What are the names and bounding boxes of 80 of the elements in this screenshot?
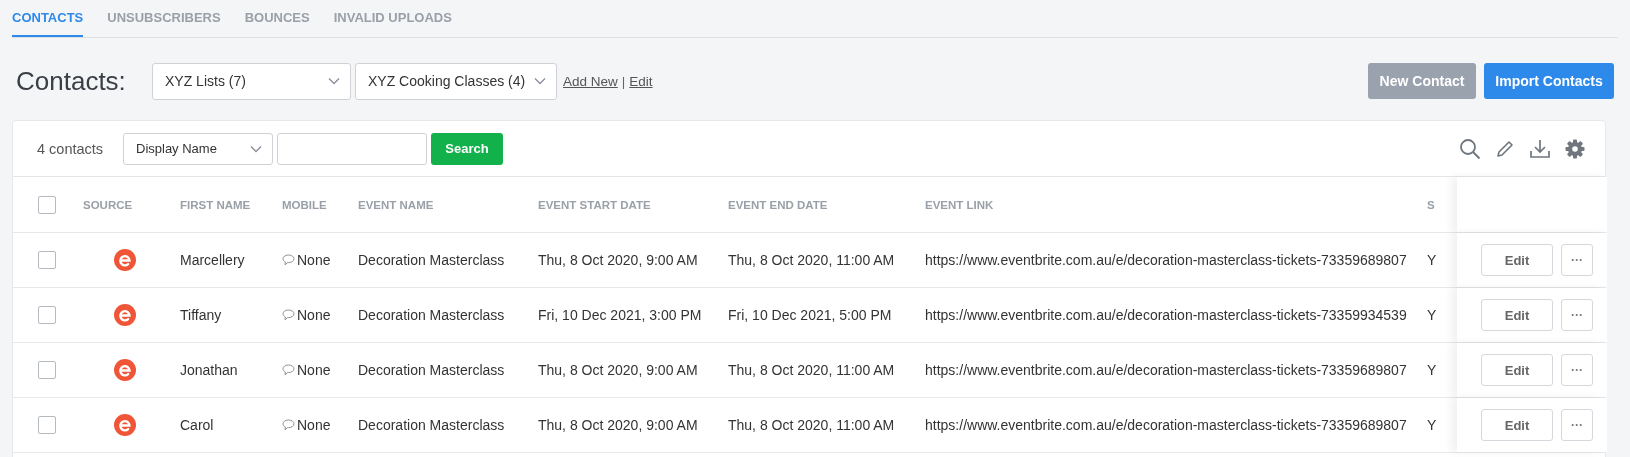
more-button[interactable]: ··· [1561,299,1593,331]
table-cell-text: https://www.eventbrite.com.au/e/decoration-masterclass-tickets-73359689807 [925,417,1408,433]
select-all-checkbox[interactable] [38,195,56,214]
table-cell-text: Y [1427,252,1438,268]
column-header: FIRST NAME [180,198,252,211]
contact-count: 4 contacts [37,140,105,157]
page-title: Contacts: [16,65,127,97]
separator: | [621,73,626,89]
table-cell-text: Decoration Masterclass [358,252,506,268]
column-header: SOURCE [83,198,134,211]
group-dropdown[interactable]: XYZ Cooking Classes (4) [355,62,557,100]
edit-button[interactable]: Edit [1481,244,1553,276]
speech-bubble-icon [282,309,295,321]
table-cell: None [297,307,331,323]
row-checkbox[interactable] [38,416,56,434]
table-cell-text: Thu, 8 Oct 2020, 11:00 AM [728,417,896,433]
tab[interactable]: BOUNCES [244,0,310,37]
search-icon[interactable] [1459,137,1481,160]
table-cell-text: Thu, 8 Oct 2020, 9:00 AM [538,417,699,433]
table-cell-text: Fri, 10 Dec 2021, 3:00 PM [538,307,703,323]
list-dropdown[interactable]: XYZ Lists (7) [152,62,351,100]
table-cell-text: Y [1427,417,1438,433]
logo-icon [114,304,136,326]
column-header: MOBILE [282,198,328,211]
table-cell-text: Y [1427,362,1438,378]
tab[interactable]: UNSUBSCRIBERS [107,0,221,37]
tab[interactable]: INVALID UPLOADS [333,0,452,37]
download-icon[interactable] [1529,138,1551,159]
table-cell: None [297,417,331,433]
new-contact-button[interactable]: New Contact [1368,63,1476,99]
field-dropdown[interactable]: Display Name [123,132,273,165]
search-button[interactable]: Search [431,132,503,165]
row-checkbox[interactable] [38,306,56,324]
more-button[interactable]: ··· [1561,354,1593,386]
settings-icon[interactable] [1565,138,1585,159]
edit-link[interactable]: Edit [629,73,653,89]
row-checkbox[interactable] [38,361,56,379]
search-field[interactable] [277,132,427,165]
speech-bubble-icon [282,364,295,376]
table-cell-text: Decoration Masterclass [358,417,506,433]
add-new-link[interactable]: Add New [563,73,618,89]
table-cell-text: Thu, 8 Oct 2020, 9:00 AM [538,362,699,378]
table-cell: None [297,362,331,378]
table-cell-text: Carol [180,417,215,433]
table-cell-text: Fri, 10 Dec 2021, 5:00 PM [728,307,893,323]
pencil-icon[interactable] [1495,138,1515,159]
table-cell-text: https://www.eventbrite.com.au/e/decoration-masterclass-tickets-73359934539 [925,307,1408,323]
table-cell-text: Marcellery [180,252,246,268]
table-cell: None [297,252,331,268]
chevron-icon [534,77,546,85]
column-header: EVENT NAME [358,198,435,211]
speech-bubble-icon [282,254,295,266]
table-cell-text: Thu, 8 Oct 2020, 9:00 AM [538,252,699,268]
edit-button[interactable]: Edit [1481,299,1553,331]
logo-icon [114,414,136,436]
speech-bubble-icon [282,419,295,431]
column-header: EVENT LINK [925,198,995,211]
table-cell-text: Y [1427,307,1438,323]
import-contacts-button[interactable]: Import Contacts [1484,63,1614,99]
tab[interactable]: CONTACTS [12,0,84,37]
table-cell-text: Decoration Masterclass [358,362,506,378]
column-header: EVENT START DATE [538,198,652,211]
logo-icon [114,359,136,381]
table-cell-text: Tiffany [180,307,223,323]
more-button[interactable]: ··· [1561,244,1593,276]
chevron-icon [328,77,340,85]
table-cell-text: https://www.eventbrite.com.au/e/decoration-masterclass-tickets-73359689807 [925,252,1408,268]
table-cell-text: Thu, 8 Oct 2020, 11:00 AM [728,252,896,268]
more-button[interactable]: ··· [1561,409,1593,441]
table-cell-text: https://www.eventbrite.com.au/e/decoration-masterclass-tickets-73359689807 [925,362,1408,378]
column-header: S [1427,198,1436,211]
table-cell-text: Decoration Masterclass [358,307,506,323]
chevron-icon [250,144,262,153]
column-header: EVENT END DATE [728,198,829,211]
table-cell-text: Thu, 8 Oct 2020, 11:00 AM [728,362,896,378]
edit-button[interactable]: Edit [1481,354,1553,386]
table-cell-text: Jonathan [180,362,239,378]
logo-icon [114,249,136,271]
edit-button[interactable]: Edit [1481,409,1553,441]
row-checkbox[interactable] [38,251,56,269]
